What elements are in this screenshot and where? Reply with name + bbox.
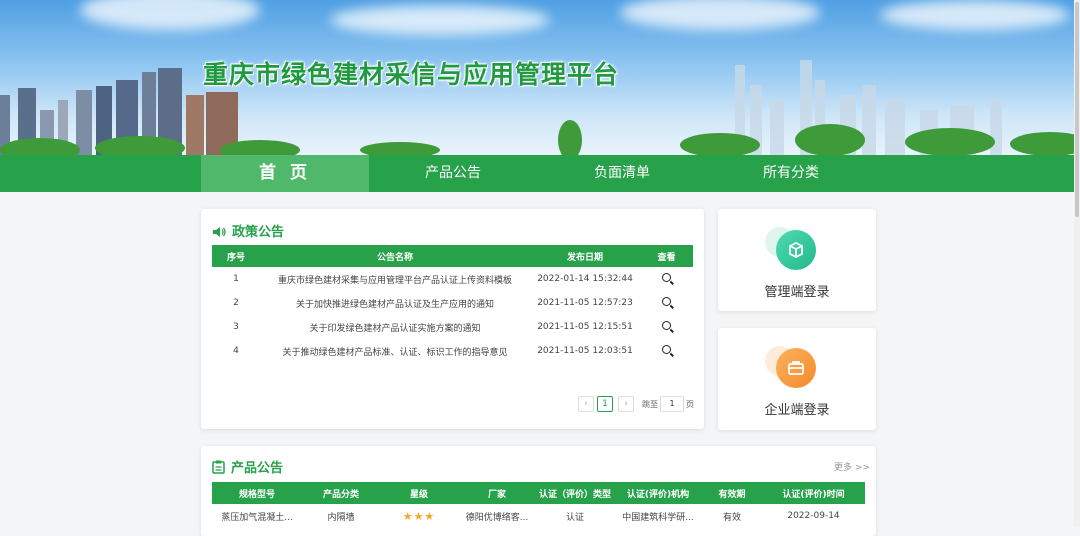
col-header: 规格型号 <box>212 482 302 504</box>
product-notice-card: 产品公告 更多 >> 规格型号 产品分类 星级 厂家 认证（评价）类型 认证(评… <box>201 446 876 536</box>
page-unit-label: 页 <box>686 400 694 409</box>
product-notice-title: 产品公告 <box>231 461 284 476</box>
product-table: 规格型号 产品分类 星级 厂家 认证（评价）类型 认证(评价)机构 有效期 认证… <box>212 482 865 528</box>
row-number: 3 <box>233 322 239 332</box>
site-title: 重庆市绿色建材采信与应用管理平台 <box>203 60 620 89</box>
notice-name-link[interactable]: 关于加快推进绿色建材产品认证及生产应用的通知 <box>260 291 530 315</box>
publish-date: 2021-11-05 12:15:51 <box>537 322 633 332</box>
col-header: 公告名称 <box>260 245 530 267</box>
product-model[interactable]: 蒸压加气混凝土... <box>212 504 302 528</box>
nav-negative-list[interactable]: 负面清单 <box>537 155 707 192</box>
next-page-button[interactable]: › <box>618 396 634 412</box>
cert-type: 认证 <box>565 512 584 523</box>
view-cell <box>640 267 693 291</box>
row-number: 2 <box>233 298 239 308</box>
col-header: 查看 <box>640 245 693 267</box>
main-nav: 首 页 产品公告 负面清单 所有分类 <box>0 155 1080 192</box>
view-search-icon[interactable] <box>662 345 671 354</box>
goto-page-input[interactable]: 1 <box>660 396 684 412</box>
publish-date: 2021-11-05 12:57:23 <box>537 298 633 308</box>
table-row[interactable]: 4 关于推动绿色建材产品标准、认证、标识工作的指导意见 2021-11-05 1… <box>212 339 693 363</box>
validity-status: 有效 <box>722 512 741 523</box>
policy-notice-card: 政策公告 序号 公告名称 发布日期 查看 1 重庆市绿色建材采集与应用管理平台产… <box>201 209 704 429</box>
table-header-row: 序号 公告名称 发布日期 查看 <box>212 245 693 267</box>
enterprise-login-icon <box>776 348 816 388</box>
admin-login-card[interactable]: 管理端登录 <box>718 209 876 311</box>
view-cell <box>640 315 693 339</box>
col-header: 序号 <box>212 245 260 267</box>
scrollbar-thumb[interactable] <box>1075 2 1079 217</box>
goto-label: 跳至 <box>642 400 658 409</box>
table-row[interactable]: 2 关于加快推进绿色建材产品认证及生产应用的通知 2021-11-05 12:5… <box>212 291 693 315</box>
col-header: 有效期 <box>702 482 762 504</box>
star-icons: ★★★ <box>402 509 436 523</box>
enterprise-login-card[interactable]: 企业端登录 <box>718 328 876 430</box>
product-category: 内隔墙 <box>327 512 355 523</box>
nav-home[interactable]: 首 页 <box>201 155 369 192</box>
table-row[interactable]: 蒸压加气混凝土... 内隔墙 ★★★ 德阳优博络客... 认证 中国建筑科学研.… <box>212 504 865 528</box>
notice-name-link[interactable]: 重庆市绿色建材采集与应用管理平台产品认证上传资料模板 <box>260 267 530 291</box>
cert-org: 中国建筑科学研... <box>622 512 694 523</box>
publish-date: 2022-01-14 15:32:44 <box>537 274 633 284</box>
table-row[interactable]: 1 重庆市绿色建材采集与应用管理平台产品认证上传资料模板 2022-01-14 … <box>212 267 693 291</box>
table-row[interactable]: 3 关于印发绿色建材产品认证实施方案的通知 2021-11-05 12:15:5… <box>212 315 693 339</box>
policy-table: 序号 公告名称 发布日期 查看 1 重庆市绿色建材采集与应用管理平台产品认证上传… <box>212 245 693 363</box>
view-search-icon[interactable] <box>662 297 671 306</box>
nav-product-notice[interactable]: 产品公告 <box>369 155 537 192</box>
col-header: 产品分类 <box>302 482 380 504</box>
admin-login-label: 管理端登录 <box>764 285 830 300</box>
manufacturer: 德阳优博络客... <box>465 512 529 523</box>
more-link[interactable]: 更多 >> <box>834 460 870 473</box>
nav-all-categories[interactable]: 所有分类 <box>707 155 875 192</box>
notice-name-link[interactable]: 关于印发绿色建材产品认证实施方案的通知 <box>260 315 530 339</box>
col-header: 发布日期 <box>530 245 640 267</box>
policy-notice-header: 政策公告 <box>212 221 284 242</box>
product-notice-header: 产品公告 <box>212 457 283 478</box>
col-header: 认证(评价)机构 <box>614 482 702 504</box>
view-cell <box>640 291 693 315</box>
table-header-row: 规格型号 产品分类 星级 厂家 认证（评价）类型 认证(评价)机构 有效期 认证… <box>212 482 865 504</box>
row-number: 4 <box>233 346 239 356</box>
enterprise-login-label: 企业端登录 <box>764 403 830 418</box>
admin-login-icon <box>776 230 816 270</box>
clipboard-icon <box>212 460 225 478</box>
cert-time: 2022-09-14 <box>787 511 840 521</box>
col-header: 星级 <box>380 482 458 504</box>
policy-notice-title: 政策公告 <box>232 225 285 240</box>
notice-name-link[interactable]: 关于推动绿色建材产品标准、认证、标识工作的指导意见 <box>260 339 530 363</box>
page-scrollbar[interactable] <box>1074 0 1080 527</box>
publish-date: 2021-11-05 12:03:51 <box>537 346 633 356</box>
current-page-button[interactable]: 1 <box>597 396 613 412</box>
star-rating: ★★★ <box>380 504 458 528</box>
col-header: 认证(评价)时间 <box>762 482 865 504</box>
view-cell <box>640 339 693 363</box>
prev-page-button[interactable]: ‹ <box>578 396 594 412</box>
speaker-icon <box>212 226 226 242</box>
view-search-icon[interactable] <box>662 321 671 330</box>
view-search-icon[interactable] <box>662 273 671 282</box>
row-number: 1 <box>233 274 239 284</box>
header-banner: 重庆市绿色建材采信与应用管理平台 <box>0 0 1080 155</box>
col-header: 厂家 <box>458 482 536 504</box>
col-header: 认证（评价）类型 <box>536 482 614 504</box>
